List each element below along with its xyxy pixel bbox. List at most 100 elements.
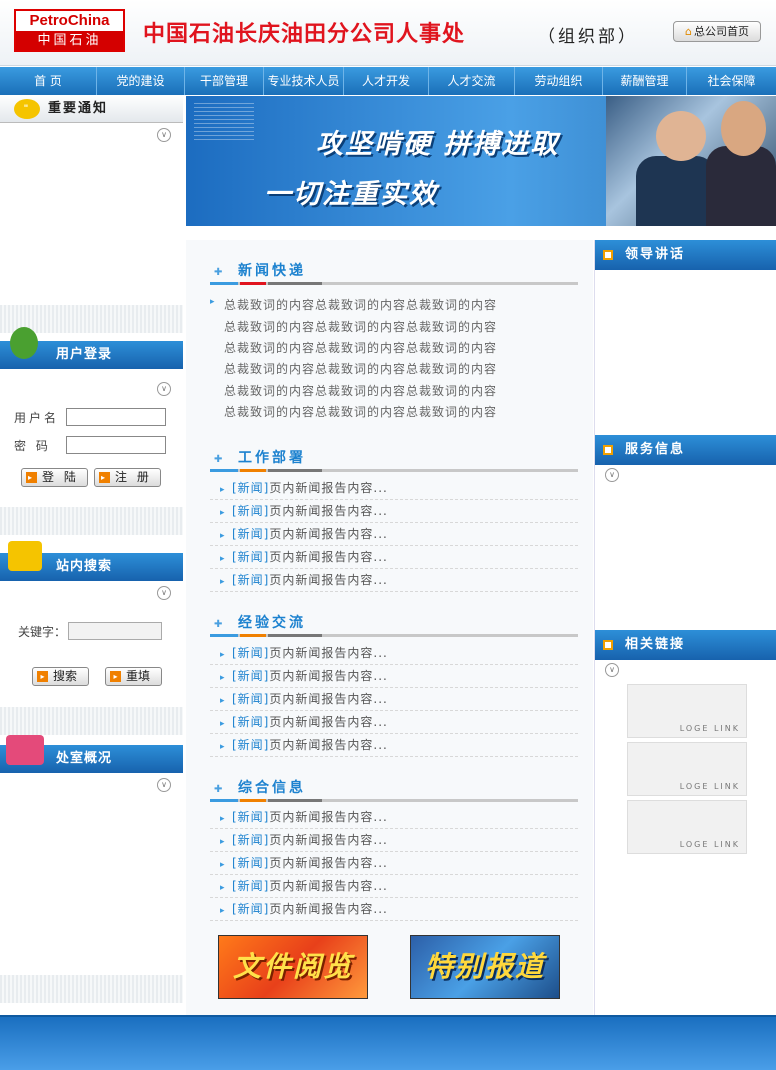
news-tag: [新闻] <box>232 833 270 847</box>
list-item[interactable]: ▸ [新闻]页内新闻报告内容... <box>210 688 578 711</box>
square-bullet-icon <box>603 640 613 650</box>
news-tag: [新闻] <box>232 715 270 729</box>
news-tag: [新闻] <box>232 573 270 587</box>
keyword-input[interactable] <box>68 622 162 640</box>
bullet-icon: ▸ <box>220 577 226 587</box>
list-item[interactable]: ▸ [新闻]页内新闻报告内容... <box>210 898 578 921</box>
list-item[interactable]: ▸ [新闻]页内新闻报告内容... <box>210 569 578 592</box>
overview-title: 处室概况 <box>0 735 183 773</box>
chevron-down-icon[interactable]: ∨ <box>605 663 619 677</box>
nav-item-talent-exchange[interactable]: 人才交流 <box>429 67 515 95</box>
bullet-icon: ▸ <box>220 554 226 564</box>
list-item[interactable]: ▸ [新闻]页内新闻报告内容... <box>210 852 578 875</box>
list-item[interactable]: ▸ [新闻]页内新闻报告内容... <box>210 734 578 757</box>
news-link[interactable]: 页内新闻报告内容... <box>269 481 387 495</box>
nav-item-labor[interactable]: 劳动组织 <box>515 67 603 95</box>
news-link[interactable]: 页内新闻报告内容... <box>269 527 387 541</box>
bullet-icon: ▸ <box>220 814 226 824</box>
news-link[interactable]: 页内新闻报告内容... <box>269 879 387 893</box>
list-item[interactable]: ▸ [新闻]页内新闻报告内容... <box>210 711 578 734</box>
bullet-icon: ▸ <box>220 837 226 847</box>
list-item[interactable]: ▸ [新闻]页内新闻报告内容... <box>210 500 578 523</box>
username-input[interactable] <box>66 408 166 426</box>
password-input[interactable] <box>66 436 166 454</box>
register-button[interactable]: ▸ 注 册 <box>94 468 161 487</box>
speech-bubble-icon: " <box>14 99 40 119</box>
notice-body <box>0 125 183 307</box>
news-link[interactable]: 页内新闻报告内容... <box>269 738 387 752</box>
petrochina-logo[interactable]: PetroChina 中国石油 <box>14 9 125 52</box>
news-link[interactable]: 页内新闻报告内容... <box>269 646 387 660</box>
news-link[interactable]: 页内新闻报告内容... <box>269 715 387 729</box>
search-title-label: 站内搜索 <box>56 559 113 574</box>
section-underline <box>210 282 578 285</box>
special-report-button[interactable]: 特别报道 <box>410 935 560 999</box>
nav-item-home[interactable]: 首 页 <box>0 67 97 95</box>
news-link[interactable]: 页内新闻报告内容... <box>269 810 387 824</box>
banner-figure <box>706 146 776 226</box>
news-link[interactable]: 页内新闻报告内容... <box>269 692 387 706</box>
user-key-icon <box>10 327 38 359</box>
news-tag: [新闻] <box>232 504 270 518</box>
list-item[interactable]: ▸ [新闻]页内新闻报告内容... <box>210 523 578 546</box>
site-subtitle: （组织部） <box>538 27 638 47</box>
keyword-label: 关键字： <box>18 625 67 639</box>
folder-search-icon <box>8 541 42 571</box>
arrow-right-icon: ▸ <box>26 472 37 483</box>
news-text-line: 总裁致词的内容总裁致词的内容总裁致词的内容 <box>224 384 498 398</box>
logo-link[interactable]: LOGE LINK <box>627 742 747 796</box>
news-link[interactable]: 页内新闻报告内容... <box>269 550 387 564</box>
news-link[interactable]: 页内新闻报告内容... <box>269 504 387 518</box>
banner-figure <box>656 111 706 161</box>
chevron-down-icon[interactable]: ∨ <box>157 586 171 600</box>
list-item[interactable]: ▸ [新闻]页内新闻报告内容... <box>210 806 578 829</box>
notice-title: " 重要通知 <box>0 95 183 123</box>
list-item[interactable]: ▸ [新闻]页内新闻报告内容... <box>210 829 578 852</box>
divider <box>0 975 183 1003</box>
info-section-label: 综合信息 <box>238 780 306 796</box>
logo-en: PetroChina <box>16 11 123 31</box>
news-text-line: 总裁致词的内容总裁致词的内容总裁致词的内容 <box>224 362 498 376</box>
bullet-icon: ▸ <box>220 860 226 870</box>
notice-title-label: 重要通知 <box>48 101 109 116</box>
news-link[interactable]: 页内新闻报告内容... <box>269 902 387 916</box>
news-link[interactable]: 页内新闻报告内容... <box>269 669 387 683</box>
news-tag: [新闻] <box>232 692 270 706</box>
nav-item-social-security[interactable]: 社会保障 <box>687 67 776 95</box>
home-button[interactable]: ⌂ 总公司首页 <box>673 21 761 42</box>
news-tag: [新闻] <box>232 738 270 752</box>
bullet-icon: ▸ <box>220 742 226 752</box>
news-link[interactable]: 页内新闻报告内容... <box>269 573 387 587</box>
password-label: 密 码 <box>14 439 51 453</box>
reset-button[interactable]: ▸ 重填 <box>105 667 162 686</box>
nav-item-salary[interactable]: 薪酬管理 <box>603 67 687 95</box>
list-item[interactable]: ▸ [新闻]页内新闻报告内容... <box>210 875 578 898</box>
login-button[interactable]: ▸ 登 陆 <box>21 468 88 487</box>
bullet-icon: ▸ <box>220 531 226 541</box>
news-section-title: ✚ 新闻快递 <box>210 260 580 286</box>
news-link[interactable]: 页内新闻报告内容... <box>269 856 387 870</box>
news-link[interactable]: 页内新闻报告内容... <box>269 833 387 847</box>
list-item[interactable]: ▸ [新闻]页内新闻报告内容... <box>210 642 578 665</box>
leader-speech-label: 领导讲话 <box>625 247 686 262</box>
chevron-down-icon[interactable]: ∨ <box>157 382 171 396</box>
search-button[interactable]: ▸ 搜索 <box>32 667 89 686</box>
list-item[interactable]: ▸ [新闻]页内新闻报告内容... <box>210 665 578 688</box>
nav-item-talent-dev[interactable]: 人才开发 <box>344 67 429 95</box>
list-item[interactable]: ▸ [新闻]页内新闻报告内容... <box>210 477 578 500</box>
chevron-down-icon[interactable]: ∨ <box>157 778 171 792</box>
logo-link[interactable]: LOGE LINK <box>627 800 747 854</box>
logo-link-label: LOGE LINK <box>679 724 740 733</box>
chevron-down-icon[interactable]: ∨ <box>605 468 619 482</box>
bullet-icon: ▸ <box>220 719 226 729</box>
divider <box>0 507 183 535</box>
nav-item-tech-staff[interactable]: 专业技术人员 <box>264 67 344 95</box>
logo-link[interactable]: LOGE LINK <box>627 684 747 738</box>
nav-item-party[interactable]: 党的建设 <box>97 67 185 95</box>
nav-item-cadre[interactable]: 干部管理 <box>185 67 264 95</box>
search-title: 站内搜索 <box>0 541 183 581</box>
document-browse-button[interactable]: 文件阅览 <box>218 935 368 999</box>
list-item[interactable]: ▸ [新闻]页内新闻报告内容... <box>210 546 578 569</box>
banner-figure <box>721 101 766 156</box>
service-info-label: 服务信息 <box>625 442 686 457</box>
